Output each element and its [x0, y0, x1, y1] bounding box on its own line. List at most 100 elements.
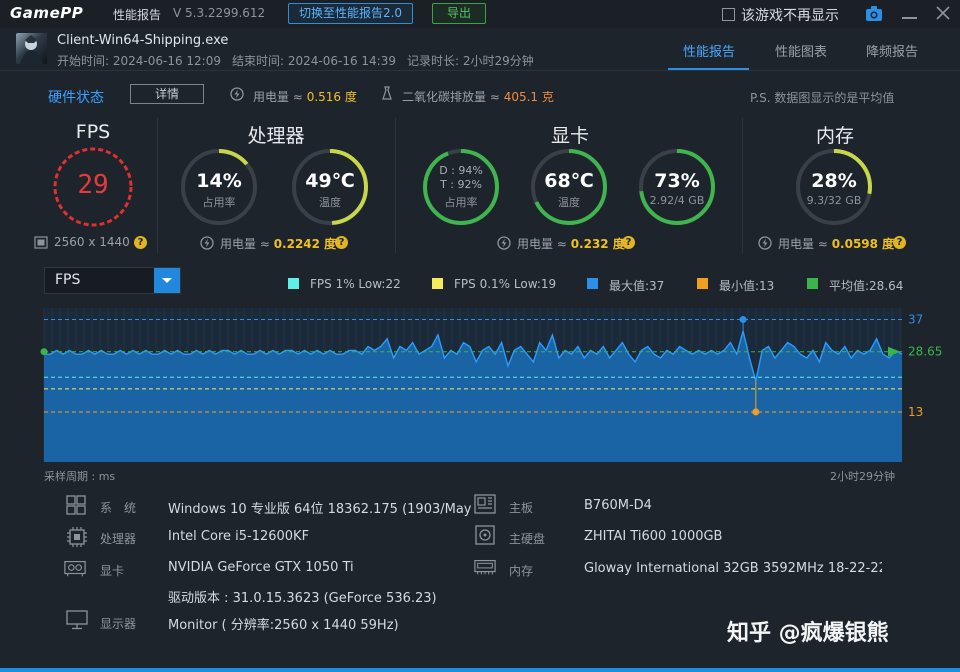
cpu-label: 处理器 [100, 532, 137, 546]
tab-performance-chart[interactable]: 性能图表 [775, 41, 827, 60]
memory-usage-detail: 9.3/32 GB [806, 194, 862, 207]
power-icon [758, 236, 772, 250]
legend-1pct-low: FPS 1% Low:22 [310, 277, 401, 291]
min-marker [752, 408, 760, 416]
export-button[interactable]: 导出 [432, 3, 486, 24]
cpu-title: 处理器 [247, 125, 305, 147]
memory-label: 内存 [509, 564, 534, 578]
memory-title: 内存 [815, 125, 854, 147]
help-icon[interactable]: ? [622, 236, 635, 249]
cpu-usage-label: 占用率 [202, 196, 236, 209]
windows-icon [66, 495, 86, 515]
gpu-title: 显卡 [550, 125, 589, 147]
bottom-accent-bar [0, 668, 960, 672]
gpu-t-usage: T : 92% [440, 178, 482, 191]
watermark: 知乎 @疯爆银熊 [727, 621, 889, 646]
driver-version: 驱动版本 : 31.0.15.3623 (GeForce 536.23) [168, 591, 437, 606]
co2-emission: 二氧化碳排放量 ≈ 405.1 克 [402, 90, 554, 104]
metric-select-value: FPS [55, 272, 81, 288]
dont-show-checkbox[interactable] [722, 8, 735, 21]
total-power: 用电量 ≈ 0.516 度 [253, 90, 357, 104]
fps-title: FPS [75, 121, 111, 143]
motherboard-icon [474, 494, 496, 514]
memory-value: Gloway International 32GB 3592MHz 18-22-… [584, 561, 882, 576]
gpu-value: NVIDIA GeForce GTX 1050 Ti [168, 560, 354, 575]
help-icon[interactable]: ? [335, 236, 348, 249]
gpu-temp-value: 68℃ [544, 170, 594, 192]
section-divider [742, 118, 743, 253]
memory-power: 用电量 ≈ 0.0598 度 [778, 237, 895, 251]
app-version: V 5.3.2299.612 [173, 6, 266, 20]
fps-chart: 37 28.65 13 [40, 308, 942, 462]
minimize-icon[interactable] [902, 17, 917, 19]
section-divider [157, 118, 158, 253]
cpu-temp-value: 49℃ [305, 170, 355, 192]
start-time: 开始时间: 2024-06-16 12:09 [57, 54, 221, 68]
chevron-down-icon[interactable] [154, 268, 180, 293]
gpu-vram-value: 73% [654, 170, 700, 192]
close-icon[interactable] [935, 5, 951, 21]
cpu-usage-value: 14% [196, 170, 242, 192]
motherboard-label: 主板 [509, 501, 534, 515]
motherboard-value: B760M-D4 [584, 498, 652, 513]
game-avatar [16, 33, 47, 64]
legend-min: 最小值:13 [719, 279, 775, 293]
gpu-d-usage: D : 94% [439, 164, 483, 177]
memory-icon [474, 559, 496, 575]
cpu-icon [67, 527, 87, 547]
memory-usage-value: 28% [811, 170, 857, 192]
legend-swatch-min [697, 278, 708, 289]
cpu-power-value: 0.2242 度 [273, 237, 337, 251]
gpu-usage-label: 占用率 [444, 196, 478, 209]
gpu-power-value: 0.232 度 [570, 237, 625, 251]
switch-report-v2-button[interactable]: 切换至性能报告2.0 [288, 3, 413, 24]
avg-value-label: 28.65 [908, 345, 942, 359]
gpu-icon [64, 560, 86, 577]
co2-value: 405.1 克 [503, 90, 554, 104]
process-name: Client-Win64-Shipping.exe [57, 33, 229, 48]
power-icon [230, 87, 244, 101]
help-icon[interactable]: ? [893, 236, 906, 249]
window-title: 性能报告 [113, 8, 162, 22]
power-icon [497, 236, 511, 250]
legend-avg: 平均值:28.64 [829, 279, 904, 293]
max-value-label: 37 [908, 313, 923, 327]
header-divider [0, 70, 960, 71]
total-power-value: 0.516 度 [306, 90, 357, 104]
disk-icon [475, 525, 495, 545]
cpu-power: 用电量 ≈ 0.2242 度 [220, 237, 337, 251]
monitor-icon [66, 610, 88, 630]
legend-swatch-avg [807, 278, 818, 289]
tab-downclock-report[interactable]: 降频报告 [866, 41, 918, 60]
os-label: 系 统 [100, 501, 137, 515]
monitor-label: 显示器 [100, 617, 137, 631]
record-duration: 记录时长: 2小时29分钟 [407, 54, 534, 68]
average-note: P.S. 数据图显示的是平均值 [750, 91, 895, 105]
end-time: 结束时间: 2024-06-16 14:39 [232, 54, 396, 68]
gpu-vram-detail: 2.92/4 GB [649, 194, 705, 207]
monitor-icon [34, 236, 48, 249]
min-value-label: 13 [908, 405, 923, 419]
app-logo: GamePP [10, 4, 84, 22]
legend-swatch-1pct-low [288, 278, 299, 289]
dont-show-label: 该游戏不再显示 [741, 8, 839, 24]
max-marker [739, 316, 747, 324]
legend-swatch-max [587, 278, 598, 289]
help-icon[interactable]: ? [134, 236, 147, 249]
fps-value: 29 [77, 170, 109, 200]
x-axis-start-label: 采样周期 : ms [44, 470, 116, 483]
tab-performance-report[interactable]: 性能报告 [683, 41, 735, 60]
cpu-value: Intel Core i5-12600KF [168, 529, 310, 544]
monitor-value: Monitor ( 分辨率:2560 x 1440 59Hz) [168, 618, 399, 633]
legend-max: 最大值:37 [609, 279, 665, 293]
camera-icon[interactable] [866, 6, 882, 21]
os-value: Windows 10 专业版 64位 18362.175 (1903/May 2… [168, 502, 473, 517]
details-button[interactable]: 详情 [130, 84, 204, 104]
co2-icon [382, 86, 392, 100]
disk-label: 主硬盘 [509, 532, 546, 546]
memory-power-value: 0.0598 度 [831, 237, 895, 251]
avg-start-marker [40, 348, 48, 356]
legend-01pct-low: FPS 0.1% Low:19 [454, 277, 557, 291]
x-axis-end-label: 2小时29分钟 [830, 470, 895, 483]
cpu-temp-label: 温度 [319, 196, 341, 209]
